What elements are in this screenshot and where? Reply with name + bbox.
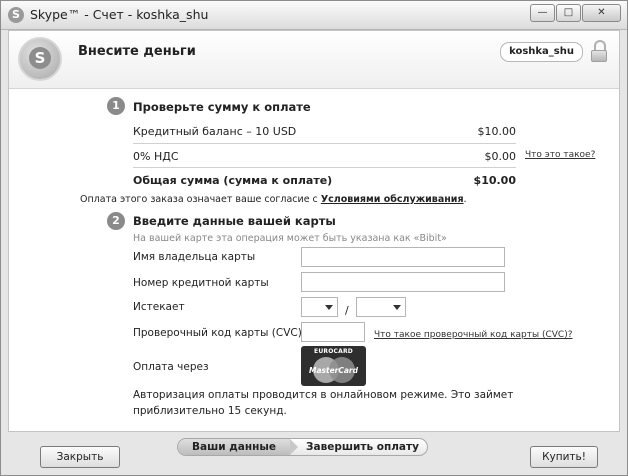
expiry-month-select[interactable] (301, 297, 338, 317)
chevron-down-icon (393, 305, 401, 310)
maximize-button[interactable]: □ (556, 4, 581, 22)
total-amount: $10.00 (473, 174, 516, 187)
buy-button[interactable]: Купить! (530, 446, 598, 468)
skype-logo-icon: S (18, 37, 62, 81)
expiry-separator: / (345, 304, 349, 317)
main-panel: S Внесите деньги koshka_shu 1 Проверьте … (8, 30, 620, 432)
window-title: Skype™ - Счет - koshka_shu (30, 7, 209, 22)
username-badge: koshka_shu (500, 42, 583, 62)
pay-via-label: Оплата через (133, 361, 209, 373)
vat-label: 0% НДС (133, 150, 179, 163)
section1-title: Проверьте сумму к оплате (133, 100, 311, 114)
logo-letter: S (29, 47, 51, 69)
divider (133, 167, 516, 168)
lock-icon (591, 40, 607, 62)
bibit-hint: На вашей карте эта операция может быть у… (133, 233, 447, 244)
card-brand-name: MasterCard (309, 366, 358, 375)
page-title: Внесите деньги (78, 44, 196, 59)
cvc-input[interactable] (301, 322, 365, 342)
window-controls: — □ ✕ (529, 4, 621, 22)
skype-icon: S (8, 7, 24, 23)
credit-balance-amount: $10.00 (477, 125, 517, 138)
skype-window: S Skype™ - Счет - koshka_shu — □ ✕ S Вне… (0, 0, 628, 476)
vat-amount: $0.00 (484, 150, 517, 163)
chevron-down-icon (325, 305, 333, 310)
cardholder-input[interactable] (301, 247, 505, 267)
card-brand-top: EUROCARD (314, 348, 353, 355)
step-1-badge: 1 (107, 97, 125, 115)
step-2-badge: 2 (107, 212, 125, 230)
card-number-input[interactable] (301, 272, 505, 292)
authorization-note: Авторизация оплаты проводится в онлайнов… (133, 389, 514, 417)
total-label: Общая сумма (сумма к оплате) (133, 174, 333, 187)
progress-arrow (290, 439, 298, 455)
divider (133, 143, 516, 144)
expires-label: Истекает (133, 301, 185, 313)
section2-title: Введите данные вашей карты (133, 214, 336, 228)
expiry-year-select[interactable] (356, 297, 406, 317)
close-window-button[interactable]: ✕ (582, 4, 621, 22)
consent-text: Оплата этого заказа означает ваше соглас… (80, 194, 467, 205)
title-bar: S Skype™ - Счет - koshka_shu — □ ✕ (1, 1, 627, 30)
vat-info-link[interactable]: Что это такое? (525, 150, 595, 160)
close-button[interactable]: Закрыть (40, 446, 120, 468)
cvc-label: Проверочный код карты (CVC) (133, 327, 302, 339)
card-number-label: Номер кредитной карты (133, 277, 269, 289)
cardholder-label: Имя владельца карты (133, 251, 256, 263)
minimize-button[interactable]: — (530, 4, 555, 22)
progress-steps: Ваши данные Завершить оплату (177, 438, 428, 456)
terms-link[interactable]: Условиями обслуживания (321, 194, 464, 205)
mastercard-logo-icon[interactable]: EUROCARD MasterCard (301, 346, 366, 386)
cvc-info-link[interactable]: Что такое проверочный код карты (CVC)? (374, 330, 572, 340)
credit-balance-label: Кредитный баланс – 10 USD (133, 125, 297, 138)
progress-step-details: Ваши данные (178, 439, 290, 455)
progress-step-complete: Завершить оплату (306, 441, 419, 453)
header: S Внесите деньги koshka_shu (9, 31, 619, 89)
